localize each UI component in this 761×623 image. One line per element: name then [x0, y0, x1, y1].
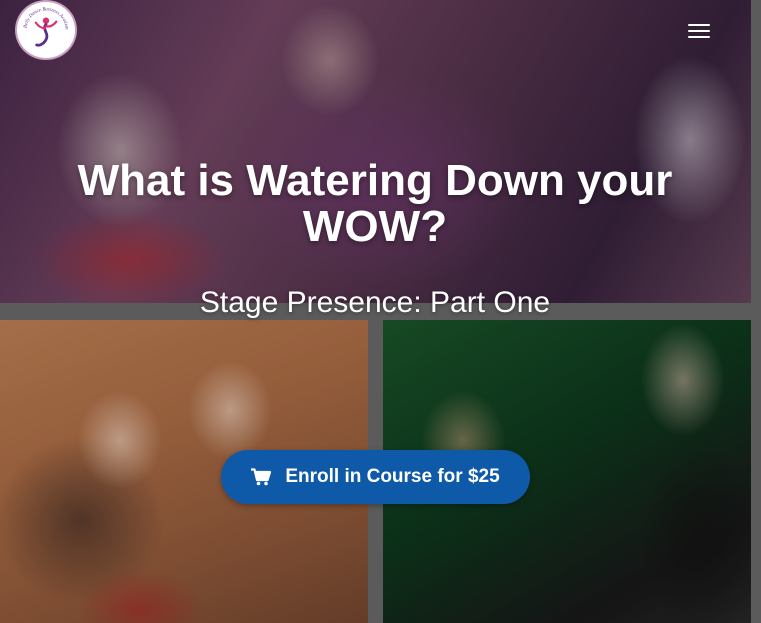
menu-button[interactable]	[684, 20, 714, 42]
site-logo[interactable]: Belly Dance Business Academy	[15, 0, 77, 60]
logo-emblem-icon: Belly Dance Business Academy	[17, 2, 69, 47]
shopping-cart-icon	[251, 468, 272, 486]
page-title: What is Watering Down your WOW?	[77, 156, 673, 251]
hamburger-menu-icon-bar	[688, 36, 710, 38]
page-subtitle: Stage Presence: Part One	[199, 286, 551, 319]
hero-section: Belly Dance Business Academy What is Wat…	[0, 0, 761, 623]
enroll-button[interactable]: Enroll in Course for $25	[221, 450, 530, 504]
enroll-button-label: Enroll in Course for $25	[285, 466, 500, 487]
hamburger-menu-icon-bar	[688, 30, 710, 32]
hamburger-menu-icon	[688, 24, 710, 26]
